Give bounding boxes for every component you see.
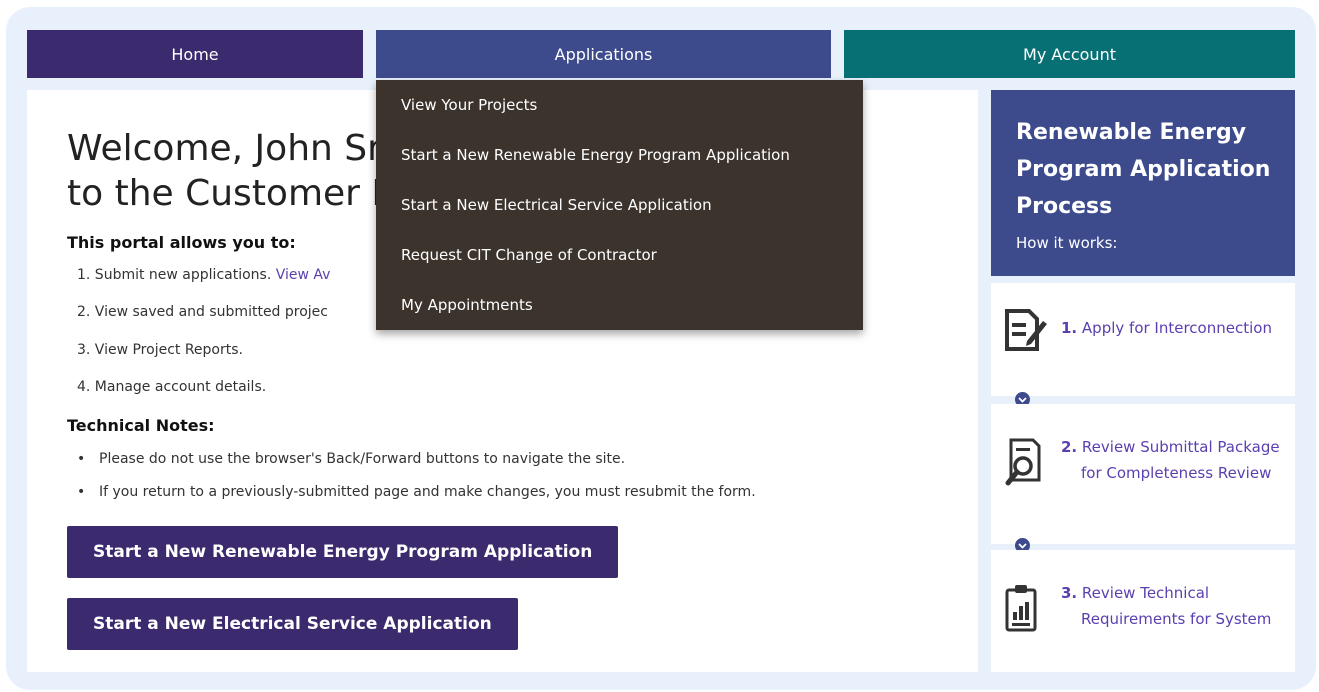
tech-note-1: • Please do not use the browser's Back/Fo… [77, 451, 626, 467]
applications-dropdown-menu: View Your Projects Start a New Renewable… [376, 80, 863, 330]
process-subtitle: How it works: [1016, 234, 1118, 252]
portal-item-2: 2. View saved and submitted projec [77, 304, 328, 320]
edit-form-icon [1003, 305, 1047, 355]
view-available-link[interactable]: View Av [276, 267, 331, 283]
portal-item-4: 4. Manage account details. [77, 379, 267, 395]
nav-applications[interactable]: Applications [376, 30, 831, 78]
menu-item-new-electrical[interactable]: Start a New Electrical Service Applicati… [401, 196, 712, 214]
portal-heading: This portal allows you to: [67, 233, 296, 252]
clipboard-chart-icon [1003, 582, 1047, 632]
step-label: Review Submittal Package for Completenes… [1081, 438, 1280, 482]
menu-item-new-renewable[interactable]: Start a New Renewable Energy Program App… [401, 146, 790, 164]
process-step-3[interactable]: 3. Review Technical Requirements for Sys… [991, 550, 1295, 672]
menu-item-view-projects[interactable]: View Your Projects [401, 96, 537, 114]
start-electrical-button[interactable]: Start a New Electrical Service Applicati… [67, 598, 518, 650]
start-renewable-button[interactable]: Start a New Renewable Energy Program App… [67, 526, 619, 578]
bullet-icon: • [77, 484, 86, 500]
bullet-icon: • [77, 451, 86, 467]
portal-item-1: 1. Submit new applications. View Av [77, 267, 331, 283]
portal-item-3: 3. View Project Reports. [77, 342, 243, 358]
document-search-icon [1003, 436, 1047, 486]
process-header: Renewable Energy Program Application Pro… [991, 90, 1295, 276]
step-label: Apply for Interconnection [1081, 319, 1272, 337]
nav-home[interactable]: Home [27, 30, 363, 78]
process-step-2[interactable]: 2. Review Submittal Package for Complete… [991, 404, 1295, 544]
step-number: 2. [1061, 438, 1078, 456]
step-number: 3. [1061, 584, 1078, 602]
tech-note-2: • If you return to a previously-submitted… [77, 484, 756, 500]
menu-item-cit-change[interactable]: Request CIT Change of Contractor [401, 246, 657, 264]
step-number: 1. [1061, 319, 1078, 337]
process-step-1[interactable]: 1. Apply for Interconnection [991, 283, 1295, 396]
menu-item-appointments[interactable]: My Appointments [401, 296, 533, 314]
tech-notes-heading: Technical Notes: [67, 416, 215, 435]
nav-my-account[interactable]: My Account [844, 30, 1295, 78]
process-title: Renewable Energy Program Application Pro… [1016, 120, 1271, 219]
step-label: Review Technical Requirements for System [1081, 584, 1272, 628]
